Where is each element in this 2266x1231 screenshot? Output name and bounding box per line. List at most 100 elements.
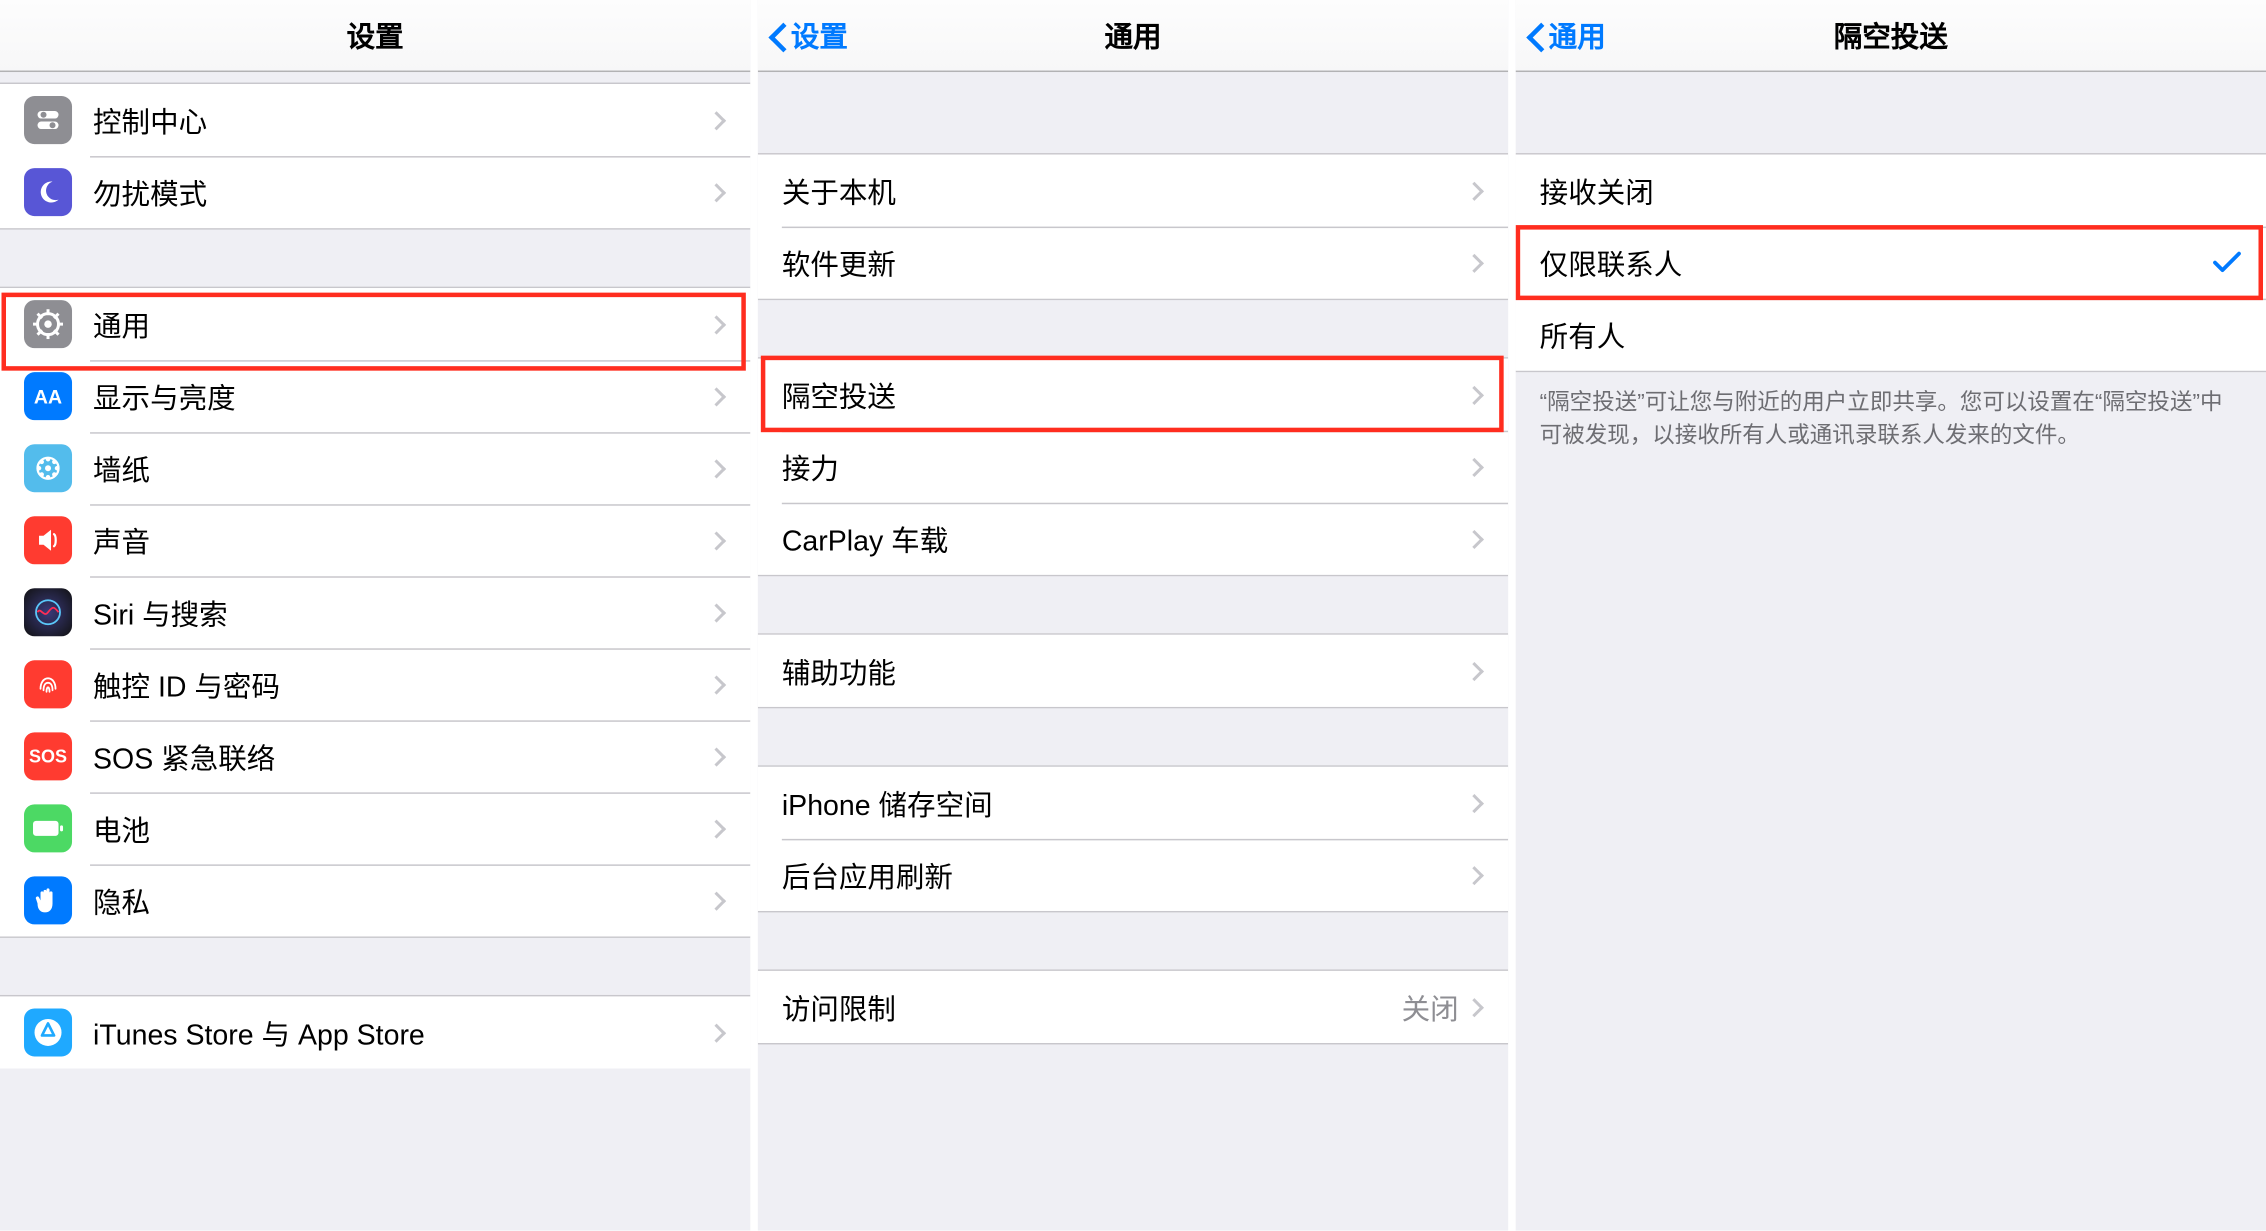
row-wallpaper[interactable]: 墙纸 — [0, 432, 750, 504]
display-icon: AA — [24, 372, 72, 420]
chevron-left-icon — [1525, 17, 1546, 53]
row-restrictions[interactable]: 访问限制 关闭 — [758, 971, 1508, 1043]
chevron-right-icon — [707, 675, 726, 694]
gear-icon — [24, 300, 72, 348]
settings-group-1: 控制中心 勿扰模式 — [0, 83, 750, 230]
row-label: 控制中心 — [93, 100, 710, 141]
checkmark-icon — [2212, 251, 2242, 275]
row-label: 仅限联系人 — [1540, 242, 2212, 283]
chevron-right-icon — [1465, 385, 1484, 404]
row-label: 勿扰模式 — [93, 172, 710, 213]
chevron-right-icon — [707, 531, 726, 550]
settings-group-3: iTunes Store 与 App Store — [0, 995, 750, 1069]
general-group-4: iPhone 储存空间 后台应用刷新 — [758, 765, 1508, 912]
row-itunes-appstore[interactable]: iTunes Store 与 App Store — [0, 996, 750, 1068]
row-software-update[interactable]: 软件更新 — [758, 227, 1508, 299]
general-group-2: 隔空投送 接力 CarPlay 车载 — [758, 357, 1508, 576]
general-group-5: 访问限制 关闭 — [758, 969, 1508, 1044]
chevron-right-icon — [1465, 253, 1484, 272]
row-privacy[interactable]: 隐私 — [0, 864, 750, 936]
siri-icon — [24, 588, 72, 636]
chevron-left-icon — [767, 17, 788, 53]
spacer — [0, 72, 750, 83]
option-contacts-only[interactable]: 仅限联系人 — [1516, 227, 2266, 299]
nav-title: 隔空投送 — [1834, 15, 1948, 56]
row-battery[interactable]: 电池 — [0, 792, 750, 864]
back-label: 设置 — [791, 15, 848, 56]
nav-title: 设置 — [347, 15, 404, 56]
row-label: CarPlay 车载 — [782, 518, 1468, 559]
row-label: 接收关闭 — [1540, 170, 2242, 211]
row-airdrop[interactable]: 隔空投送 — [758, 359, 1508, 431]
general-group-1: 关于本机 软件更新 — [758, 153, 1508, 300]
row-sound[interactable]: 声音 — [0, 504, 750, 576]
option-receiving-off[interactable]: 接收关闭 — [1516, 155, 2266, 227]
navbar-settings: 设置 — [0, 0, 750, 72]
control-center-icon — [24, 96, 72, 144]
row-accessibility[interactable]: 辅助功能 — [758, 635, 1508, 707]
row-label: 触控 ID 与密码 — [93, 664, 710, 705]
row-label: 隐私 — [93, 880, 710, 921]
chevron-right-icon — [707, 1023, 726, 1042]
hand-icon — [24, 876, 72, 924]
chevron-right-icon — [707, 891, 726, 910]
chevron-right-icon — [1465, 529, 1484, 548]
row-label: 通用 — [93, 304, 710, 345]
panel-general: 设置 通用 关于本机 软件更新 隔空投送 接力 — [758, 0, 1508, 1231]
row-label: Siri 与搜索 — [93, 592, 710, 633]
row-label: 软件更新 — [782, 242, 1468, 283]
settings-group-2: 通用 AA 显示与亮度 墙纸 声音 — [0, 287, 750, 938]
row-label: 显示与亮度 — [93, 376, 710, 417]
row-label: 接力 — [782, 446, 1468, 487]
row-general[interactable]: 通用 — [0, 288, 750, 360]
spacer — [758, 576, 1508, 633]
row-display[interactable]: AA 显示与亮度 — [0, 360, 750, 432]
row-label: 所有人 — [1540, 314, 2242, 355]
sound-icon — [24, 516, 72, 564]
back-to-settings[interactable]: 设置 — [767, 0, 848, 71]
general-group-3: 辅助功能 — [758, 633, 1508, 708]
battery-icon — [24, 804, 72, 852]
chevron-right-icon — [707, 111, 726, 130]
chevron-right-icon — [707, 387, 726, 406]
chevron-right-icon — [707, 747, 726, 766]
row-background-refresh[interactable]: 后台应用刷新 — [758, 839, 1508, 911]
back-to-general[interactable]: 通用 — [1525, 0, 1606, 71]
row-handoff[interactable]: 接力 — [758, 431, 1508, 503]
chevron-right-icon — [1465, 661, 1484, 680]
chevron-right-icon — [1465, 457, 1484, 476]
row-label: 访问限制 — [782, 987, 1402, 1028]
row-touch-id[interactable]: 触控 ID 与密码 — [0, 648, 750, 720]
row-label: 后台应用刷新 — [782, 855, 1468, 896]
option-everyone[interactable]: 所有人 — [1516, 299, 2266, 371]
chevron-right-icon — [1465, 793, 1484, 812]
row-label: 电池 — [93, 808, 710, 849]
row-sos[interactable]: SOS SOS 紧急联络 — [0, 720, 750, 792]
chevron-right-icon — [1465, 997, 1484, 1016]
row-control-center[interactable]: 控制中心 — [0, 84, 750, 156]
row-iphone-storage[interactable]: iPhone 储存空间 — [758, 767, 1508, 839]
row-label: 关于本机 — [782, 170, 1468, 211]
chevron-right-icon — [707, 819, 726, 838]
chevron-right-icon — [707, 315, 726, 334]
row-value: 关闭 — [1402, 987, 1459, 1028]
nav-title: 通用 — [1104, 15, 1161, 56]
chevron-right-icon — [1465, 865, 1484, 884]
row-label: 声音 — [93, 520, 710, 561]
spacer — [758, 300, 1508, 357]
spacer — [0, 938, 750, 995]
row-siri[interactable]: Siri 与搜索 — [0, 576, 750, 648]
row-label: iTunes Store 与 App Store — [93, 1012, 710, 1053]
spacer — [758, 72, 1508, 153]
chevron-right-icon — [707, 603, 726, 622]
chevron-right-icon — [707, 459, 726, 478]
row-label: iPhone 储存空间 — [782, 783, 1468, 824]
spacer — [758, 708, 1508, 765]
row-label: 辅助功能 — [782, 651, 1468, 692]
row-carplay[interactable]: CarPlay 车载 — [758, 503, 1508, 575]
row-label: SOS 紧急联络 — [93, 736, 710, 777]
moon-icon — [24, 168, 72, 216]
row-do-not-disturb[interactable]: 勿扰模式 — [0, 156, 750, 228]
airdrop-options: 接收关闭 仅限联系人 所有人 — [1516, 153, 2266, 372]
row-about[interactable]: 关于本机 — [758, 155, 1508, 227]
